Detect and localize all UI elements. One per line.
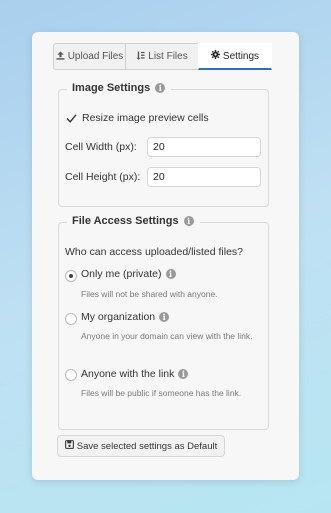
info-icon[interactable]: i <box>165 269 176 279</box>
file-access-legend: File Access Settings i <box>67 215 200 227</box>
resize-label: Resize image preview cells <box>82 112 209 124</box>
settings-panel: Upload Files List Files Settings Image S… <box>32 32 299 480</box>
cell-width-input[interactable]: 20 <box>147 137 261 157</box>
option-desc-my-organization: Anyone in your domain can view with the … <box>81 331 253 341</box>
option-desc-only-me: Files will not be shared with anyone. <box>81 289 218 299</box>
cell-height-input[interactable]: 20 <box>147 167 261 187</box>
radio-only-me[interactable] <box>65 270 77 282</box>
info-icon[interactable]: i <box>159 312 170 322</box>
tab-label: Settings <box>222 50 260 62</box>
tab-bar: Upload Files List Files Settings <box>53 43 272 70</box>
upload-icon <box>56 50 65 63</box>
cell-width-label: Cell Width (px): <box>65 141 137 153</box>
tab-upload-files[interactable]: Upload Files <box>53 43 126 70</box>
radio-anyone-with-link[interactable] <box>65 369 77 381</box>
option-label-only-me: Only me (private) i <box>81 268 176 280</box>
gear-icon <box>210 50 220 62</box>
info-icon[interactable]: i <box>178 369 189 379</box>
resize-checkbox[interactable] <box>66 113 77 124</box>
info-icon[interactable]: i <box>155 83 166 93</box>
option-label-my-organization: My organization i <box>81 311 170 323</box>
cell-height-label: Cell Height (px): <box>65 171 141 183</box>
tab-label: List Files <box>148 51 188 62</box>
info-icon[interactable]: i <box>183 216 194 226</box>
resize-checkbox-row[interactable]: Resize image preview cells <box>66 112 209 124</box>
image-settings-legend: Image Settings i <box>67 82 172 94</box>
access-question: Who can access uploaded/listed files? <box>65 246 244 258</box>
save-button-label: Save selected settings as Default <box>76 440 218 452</box>
tab-label: Upload Files <box>67 51 124 62</box>
list-icon <box>136 50 145 63</box>
save-default-button[interactable]: Save selected settings as Default <box>57 435 225 457</box>
radio-my-organization[interactable] <box>65 313 77 325</box>
floppy-disk-icon <box>64 440 74 452</box>
option-label-anyone-with-link: Anyone with the link i <box>81 368 189 380</box>
tab-settings[interactable]: Settings <box>198 43 272 70</box>
option-desc-anyone-with-link: Files will be public if someone has the … <box>81 388 242 398</box>
tab-list-files[interactable]: List Files <box>125 43 199 70</box>
